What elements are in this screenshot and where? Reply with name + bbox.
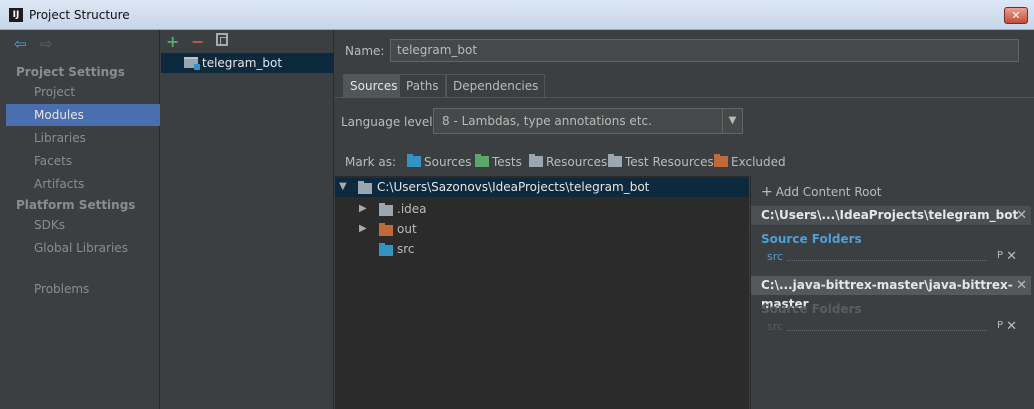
window-title: Project Structure	[29, 8, 130, 22]
nav-item-modules[interactable]: Modules	[6, 104, 160, 126]
dropdown-caret-icon[interactable]: ▼	[722, 109, 742, 133]
collapse-triangle-icon[interactable]: ▼	[339, 181, 347, 192]
remove-root-icon[interactable]: ✕	[1016, 276, 1027, 295]
package-prefix-icon[interactable]: P	[997, 320, 1003, 331]
out-folder-icon	[379, 223, 393, 236]
test-resources-folder-icon	[608, 154, 622, 167]
nav-item-facets[interactable]: Facets	[6, 150, 160, 172]
intellij-app-icon: IJ	[9, 8, 23, 22]
mark-as-label: Mark as:	[345, 155, 397, 169]
remove-folder-icon[interactable]: ✕	[1006, 319, 1017, 334]
tree-node-label: .idea	[397, 202, 427, 216]
content-root-tree: ▼ C:\Users\Sazonovs\IdeaProjects\telegra…	[335, 176, 749, 409]
title-bar: IJ Project Structure ✕	[0, 0, 1034, 30]
tab-paths[interactable]: Paths	[399, 74, 446, 98]
language-level-value: 8 - Lambdas, type annotations etc.	[442, 114, 652, 128]
package-prefix-icon[interactable]: P	[997, 250, 1003, 261]
tree-node-label: src	[397, 242, 415, 256]
language-level-label: Language level:	[341, 115, 437, 129]
copy-module-icon[interactable]	[216, 33, 228, 46]
nav-item-global-libraries[interactable]: Global Libraries	[6, 237, 160, 259]
expand-triangle-icon[interactable]: ▶	[359, 223, 367, 234]
nav-item-problems[interactable]: Problems	[6, 278, 160, 300]
mark-excluded-button[interactable]: Excluded	[714, 154, 786, 169]
add-content-root-button[interactable]: + Add Content Root	[761, 184, 882, 200]
dotted-leader	[787, 330, 987, 331]
back-arrow-icon[interactable]: ⇦	[14, 36, 36, 52]
source-folder-name: src	[767, 320, 784, 333]
mark-resources-button[interactable]: Resources	[529, 154, 608, 169]
module-name-field[interactable]: telegram_bot	[390, 39, 1019, 62]
source-folders-title: Source Folders	[761, 232, 862, 246]
source-folder-item: src P ✕	[767, 249, 1017, 264]
tab-sources[interactable]: Sources	[343, 74, 405, 98]
nav-item-artifacts[interactable]: Artifacts	[6, 173, 160, 195]
name-label: Name:	[345, 44, 385, 58]
source-folders-title: Source Folders	[761, 302, 862, 316]
resources-folder-icon	[529, 154, 543, 167]
remove-root-icon[interactable]: ✕	[1016, 206, 1027, 225]
nav-group-project-settings: Project Settings	[16, 65, 125, 79]
window-close-button[interactable]: ✕	[1004, 7, 1028, 24]
mark-excluded-label: Excluded	[731, 155, 786, 169]
module-list-item[interactable]: telegram_bot	[161, 53, 334, 73]
nav-item-libraries[interactable]: Libraries	[6, 127, 160, 149]
modules-panel: + − telegram_bot	[161, 30, 334, 409]
content-root-header: C:\...java-bittrex-master\java-bittrex-m…	[751, 276, 1031, 311]
root-folder-icon	[358, 181, 372, 194]
source-folder-name: src	[767, 250, 784, 263]
nav-item-project[interactable]: Project	[6, 81, 160, 103]
nav-item-sdks[interactable]: SDKs	[6, 214, 160, 236]
module-label: telegram_bot	[202, 56, 283, 70]
settings-nav: ⇦ ⇨ Project Settings Project Modules Lib…	[6, 30, 160, 409]
idea-folder-icon	[379, 203, 393, 216]
mark-resources-label: Resources	[546, 155, 608, 169]
nav-arrows: ⇦ ⇨	[14, 36, 62, 52]
tree-root-row[interactable]: ▼ C:\Users\Sazonovs\IdeaProjects\telegra…	[335, 178, 749, 197]
excluded-folder-icon	[714, 154, 728, 167]
tab-dependencies[interactable]: Dependencies	[446, 74, 546, 98]
remove-module-icon[interactable]: −	[191, 32, 204, 51]
sources-folder-icon	[407, 154, 421, 167]
remove-folder-icon[interactable]: ✕	[1006, 249, 1017, 264]
module-editor: Name: telegram_bot Sources Paths Depende…	[335, 30, 1034, 409]
add-module-icon[interactable]: +	[166, 32, 179, 51]
mark-sources-button[interactable]: Sources	[407, 154, 472, 169]
mark-sources-label: Sources	[424, 155, 472, 169]
tree-node-label: out	[397, 222, 417, 236]
tree-root-path: C:\Users\Sazonovs\IdeaProjects\telegram_…	[377, 180, 650, 194]
source-folder-item: src P ✕	[767, 319, 1017, 334]
expand-triangle-icon[interactable]: ▶	[359, 203, 367, 214]
src-folder-icon	[379, 243, 393, 256]
dotted-leader	[787, 260, 987, 261]
tab-divider	[335, 97, 1034, 98]
tests-folder-icon	[475, 154, 489, 167]
plus-icon: +	[761, 184, 773, 200]
mark-test-resources-label: Test Resources	[625, 155, 714, 169]
add-content-root-label: Add Content Root	[775, 185, 882, 199]
language-level-select[interactable]: 8 - Lambdas, type annotations etc. ▼	[433, 108, 743, 134]
forward-arrow-icon[interactable]: ⇨	[40, 36, 62, 52]
content-root-header: C:\Users\...\IdeaProjects\telegram_bot ✕	[751, 206, 1031, 225]
content-roots-panel: + Add Content Root C:\Users\...\IdeaProje…	[750, 176, 1034, 409]
mark-tests-button[interactable]: Tests	[475, 154, 522, 169]
content-root-path: C:\Users\...\IdeaProjects\telegram_bot	[761, 208, 1019, 222]
mark-test-resources-button[interactable]: Test Resources	[608, 154, 714, 169]
module-folder-icon	[184, 57, 200, 70]
nav-group-platform-settings: Platform Settings	[16, 198, 136, 212]
mark-tests-label: Tests	[492, 155, 522, 169]
